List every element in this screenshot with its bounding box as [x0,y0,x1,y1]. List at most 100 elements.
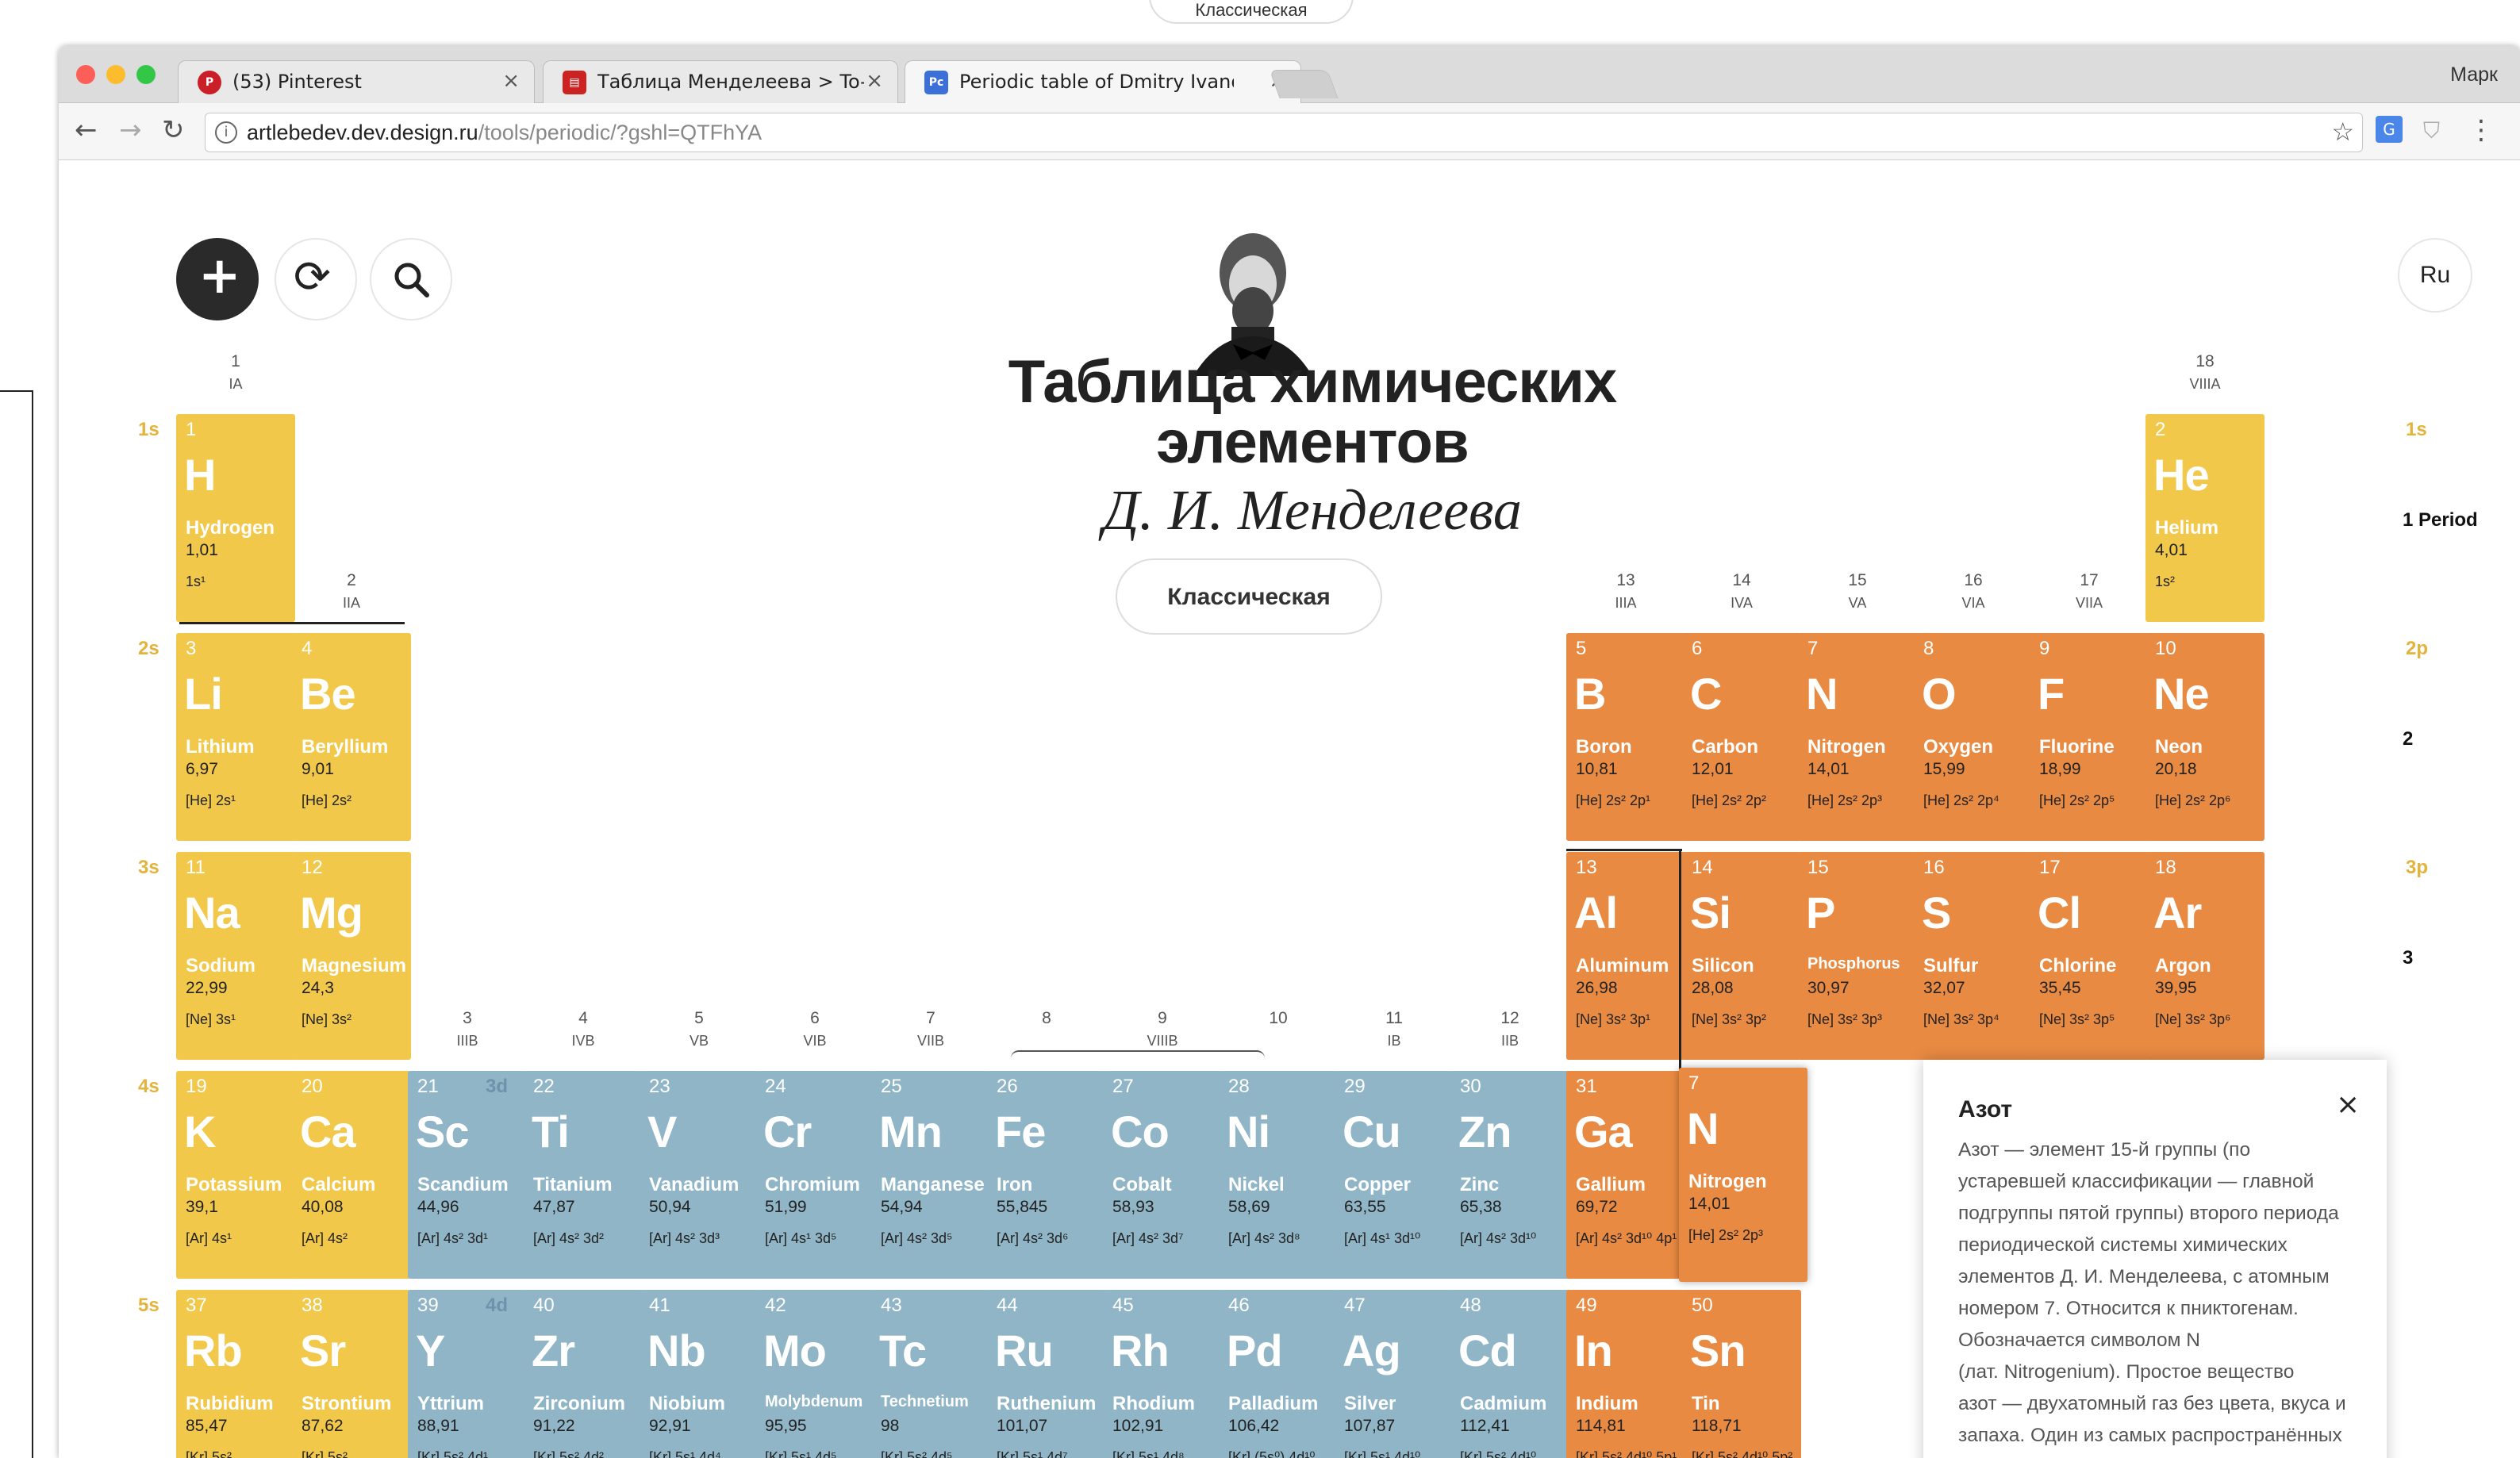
atomic-mass: 39,95 [2155,979,2197,997]
element-Cr[interactable]: 24 Cr Chromium 51,99 [Ar] 4s¹ 3d⁵ [755,1071,874,1279]
element-Be[interactable]: 4 Be Beryllium 9,01 [He] 2s² [292,633,411,841]
group-number: 18 [2195,352,2215,370]
atomic-mass: 26,98 [1576,979,1618,997]
element-symbol: Cr [763,1107,812,1157]
element-O[interactable]: 8 O Oxygen 15,99 [He] 2s² 2p⁴ [1914,633,2033,841]
element-name: Calcium [302,1174,376,1195]
element-Ag[interactable]: 47 Ag Silver 107,87 [Kr] 5s¹ 4d¹⁰ [1335,1290,1454,1458]
element-Pd[interactable]: 46 Pd Palladium 106,42 [Kr] (5s⁰) 4d¹⁰ [1219,1290,1338,1458]
translate-extension-icon[interactable]: G [2376,116,2403,143]
element-Na[interactable]: 11 Na Sodium 22,99 [Ne] 3s¹ [176,852,295,1060]
profile-name[interactable]: Марк [2450,63,2498,86]
element-N[interactable]: 7 N Nitrogen 14,01 [He] 2s² 2p³ [1798,633,1917,841]
element-Ar[interactable]: 18 Ar Argon 39,95 [Ne] 3s² 3p⁶ [2145,852,2265,1060]
element-Ti[interactable]: 22 Ti Titanium 47,87 [Ar] 4s² 3d² [524,1071,643,1279]
group-header-8: 8 [1015,1007,1078,1030]
info-icon[interactable]: i [215,121,237,144]
language-label: Ru [2419,262,2451,288]
element-Ne[interactable]: 10 Ne Neon 20,18 [He] 2s² 2p⁶ [2145,633,2265,841]
element-Nb[interactable]: 41 Nb Niobium 92,91 [Kr] 5s¹ 4d⁴ [640,1290,759,1458]
group-header-4: 4 IVB [551,1007,615,1052]
menu-icon[interactable]: ⋮ [2468,114,2495,146]
element-name: Sulfur [1923,955,1979,976]
element-Ru[interactable]: 44 Ru Ruthenium 101,07 [Kr] 5s¹ 4d⁷ [987,1290,1106,1458]
reload-icon[interactable]: ↻ [162,114,185,146]
element-Y[interactable]: 39 Y Yttrium 88,91 [Kr] 5s² 4d¹ [408,1290,527,1458]
element-Al[interactable]: 13 Al Aluminum 26,98 [Ne] 3s² 3p¹ [1566,852,1685,1060]
element-Sn[interactable]: 50 Sn Tin 118,71 [Kr] 5s² 4d¹⁰ 5p² [1682,1290,1801,1458]
element-Mn[interactable]: 25 Mn Manganese 54,94 [Ar] 4s² 3d⁵ [871,1071,990,1279]
element-H[interactable]: 1 H Hydrogen 1,01 1s¹ [176,414,295,622]
element-Zr[interactable]: 40 Zr Zirconium 91,22 [Kr] 5s² 4d² [524,1290,643,1458]
element-Si[interactable]: 14 Si Silicon 28,08 [Ne] 3s² 3p² [1682,852,1801,1060]
atomic-mass: 118,71 [1692,1417,1742,1435]
refresh-button[interactable]: ⟳ [275,238,357,320]
element-Ga[interactable]: 31 Ga Gallium 69,72 [Ar] 4s² 3d¹⁰ 4p¹ [1566,1071,1685,1279]
view-switch-fragment[interactable]: Классическая [1149,0,1354,24]
element-P[interactable]: 15 P Phosphorus 30,97 [Ne] 3s² 3p³ [1798,852,1917,1060]
element-B[interactable]: 5 B Boron 10,81 [He] 2s² 2p¹ [1566,633,1685,841]
search-button[interactable] [370,238,452,320]
popup-close-icon[interactable]: × [2336,1088,2360,1121]
element-He[interactable]: 2 He Helium 4,01 1s² [2145,414,2265,622]
back-arrow-icon[interactable]: ← [75,114,98,146]
element-Co[interactable]: 27 Co Cobalt 58,93 [Ar] 4s² 3d⁷ [1103,1071,1222,1279]
add-button[interactable]: + [176,238,259,320]
close-tab-icon[interactable]: × [502,69,520,93]
element-symbol: Fe [995,1107,1046,1157]
tab-pinterest[interactable]: P (53) Pinterest × [178,60,535,103]
atomic-mass: 92,91 [649,1417,691,1435]
group-roman: IIIA [1615,595,1637,611]
element-K[interactable]: 19 K Potassium 39,1 [Ar] 4s¹ [176,1071,295,1279]
group-roman: VIIIB [1147,1033,1178,1049]
plus-icon: + [198,247,241,305]
atomic-number: 26 [997,1076,1018,1097]
element-Li[interactable]: 3 Li Lithium 6,97 [He] 2s¹ [176,633,295,841]
atomic-mass: 18,99 [2039,760,2081,778]
zoom-window-button[interactable] [136,65,156,84]
element-Mo[interactable]: 42 Mo Molybdenum 95,95 [Kr] 5s¹ 4d⁵ [755,1290,874,1458]
close-tab-icon[interactable]: × [866,69,883,93]
electron-config: [Kr] 5s² 4d⁵ [881,1449,953,1458]
new-tab-button[interactable] [1269,70,1339,98]
forward-arrow-icon[interactable]: → [119,114,142,146]
address-bar[interactable]: i artlebedev.dev.design.ru/tools/periodi… [205,113,2363,152]
element-symbol: Sr [300,1326,346,1376]
element-In[interactable]: 49 In Indium 114,81 [Kr] 5s² 4d¹⁰ 5p¹ [1566,1290,1685,1458]
view-mode-button[interactable]: Классическая [1116,558,1382,635]
tab-todo[interactable]: ▤ Таблица Менделеева > To-Do × [543,60,898,103]
element-Sc[interactable]: 21 Sc Scandium 44,96 [Ar] 4s² 3d¹ [408,1071,527,1279]
popup-element-card[interactable]: 7 N Nitrogen 14,01 [He] 2s² 2p³ [1679,1068,1807,1282]
bookmark-star-icon[interactable]: ☆ [2331,117,2354,147]
element-C[interactable]: 6 C Carbon 12,01 [He] 2s² 2p² [1682,633,1801,841]
element-Mg[interactable]: 12 Mg Magnesium 24,3 [Ne] 3s² [292,852,411,1060]
element-S[interactable]: 16 S Sulfur 32,07 [Ne] 3s² 3p⁴ [1914,852,2033,1060]
element-Sr[interactable]: 38 Sr Strontium 87,62 [Kr] 5s² [292,1290,411,1458]
element-name: Silver [1344,1393,1396,1414]
shield-extension-icon[interactable]: ⛉ [2423,117,2440,144]
minimize-window-button[interactable] [106,65,125,84]
group-number: 3 [463,1009,472,1027]
element-Cu[interactable]: 29 Cu Copper 63,55 [Ar] 4s¹ 3d¹⁰ [1335,1071,1454,1279]
element-Tc[interactable]: 43 Tc Technetium 98 [Kr] 5s² 4d⁵ [871,1290,990,1458]
atomic-number: 27 [1112,1076,1134,1097]
element-Ni[interactable]: 28 Ni Nickel 58,69 [Ar] 4s² 3d⁸ [1219,1071,1338,1279]
element-symbol: Zr [532,1326,575,1376]
element-F[interactable]: 9 F Fluorine 18,99 [He] 2s² 2p⁵ [2030,633,2149,841]
close-window-button[interactable] [76,65,95,84]
element-Rb[interactable]: 37 Rb Rubidium 85,47 [Kr] 5s² [176,1290,295,1458]
element-Cd[interactable]: 48 Cd Cadmium 112,41 [Kr] 5s² 4d¹⁰ [1450,1290,1569,1458]
element-Cl[interactable]: 17 Cl Chlorine 35,45 [Ne] 3s² 3p⁵ [2030,852,2149,1060]
page-subtitle: Д. И. Менделеева [1103,478,1522,542]
element-Rh[interactable]: 45 Rh Rhodium 102,91 [Kr] 5s¹ 4d⁸ [1103,1290,1222,1458]
element-V[interactable]: 23 V Vanadium 50,94 [Ar] 4s² 3d³ [640,1071,759,1279]
element-symbol: Cu [1343,1107,1401,1157]
language-button[interactable]: Ru [2398,238,2472,313]
orbital-label-5s: 5s [138,1295,159,1316]
element-Ca[interactable]: 20 Ca Calcium 40,08 [Ar] 4s² [292,1071,411,1279]
metal-boundary-line [1566,849,1682,851]
element-symbol: Rh [1111,1326,1170,1376]
element-Fe[interactable]: 26 Fe Iron 55,845 [Ar] 4s² 3d⁶ [987,1071,1106,1279]
element-Zn[interactable]: 30 Zn Zinc 65,38 [Ar] 4s² 3d¹⁰ [1450,1071,1569,1279]
tab-periodic-table[interactable]: Pc Periodic table of Dmitry Ivanov × [905,60,1301,105]
